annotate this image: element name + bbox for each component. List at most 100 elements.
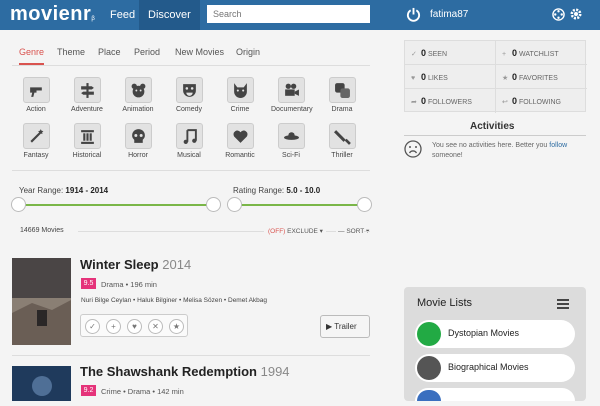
- poster-image: [12, 366, 71, 401]
- devil-icon: [233, 82, 247, 98]
- music-note-icon: [183, 128, 197, 144]
- list-item[interactable]: [415, 388, 575, 401]
- movie-lists-title: Movie Lists: [417, 297, 473, 309]
- star-icon: ★: [502, 75, 509, 82]
- stat-followers[interactable]: ➦ 0 FOLLOWERS: [405, 89, 496, 113]
- genre-drama[interactable]: Drama: [322, 77, 362, 113]
- genre-musical[interactable]: Musical: [169, 123, 209, 159]
- plus-icon: +: [502, 51, 507, 58]
- list-thumbnail: [417, 390, 441, 401]
- add-plus-icon[interactable]: +: [106, 319, 121, 334]
- divider: [326, 231, 336, 232]
- tab-new-movies[interactable]: New Movies: [175, 47, 224, 57]
- list-item[interactable]: Biographical Movies: [415, 354, 575, 382]
- nav-feed[interactable]: Feed: [101, 0, 144, 30]
- top-navbar: movienrβ Feed Discover fatima87: [0, 0, 600, 30]
- gun-icon: [29, 86, 42, 97]
- bear-face-icon: [131, 83, 145, 97]
- year-min-handle[interactable]: [11, 197, 26, 212]
- tab-genre[interactable]: Genre: [19, 47, 45, 65]
- list-thumbnail: [417, 356, 441, 380]
- movie-cast: Nuri Bilge Ceylan • Haluk Bilginer • Mel…: [81, 297, 268, 304]
- no-activities-text: You see no activities here. Better you f…: [432, 142, 568, 159]
- movie-info: Crime • Drama • 142 min: [101, 387, 184, 396]
- nav-discover[interactable]: Discover: [139, 0, 200, 30]
- list-item[interactable]: Dystopian Movies: [415, 320, 575, 348]
- movie-count: 14669 Movies: [20, 227, 64, 234]
- list-icon[interactable]: [557, 299, 569, 309]
- divider: [404, 135, 586, 136]
- like-heart-icon[interactable]: ♥: [127, 319, 142, 334]
- genre-crime[interactable]: Crime: [220, 77, 260, 113]
- rating-max-handle[interactable]: [357, 197, 372, 212]
- signpost-icon: [80, 82, 94, 98]
- year-range-label: Year Range: 1914 - 2014: [19, 186, 109, 195]
- logo[interactable]: movienrβ: [10, 3, 95, 26]
- magic-wand-icon: [29, 128, 43, 143]
- genre-animation[interactable]: Animation: [118, 77, 158, 113]
- genre-sci-fi[interactable]: Sci-Fi: [271, 123, 311, 159]
- reply-arrow-icon: ↩: [502, 99, 508, 106]
- stats-grid: ✓ 0 SEEN +0 WATCHLIST ♥ 0 LIKES ★ 0 FAVORIT…: [404, 40, 587, 113]
- drama-masks-icon: [334, 82, 350, 98]
- heart-icon: [232, 130, 248, 143]
- share-arrow-icon: ➦: [411, 99, 417, 106]
- genre-comedy[interactable]: Comedy: [169, 77, 209, 113]
- poster-image: [12, 258, 71, 345]
- rating-min-handle[interactable]: [227, 197, 242, 212]
- tab-origin[interactable]: Origin: [236, 47, 260, 57]
- column-icon: [80, 129, 94, 144]
- genre-thriller[interactable]: Thriller: [322, 123, 362, 159]
- genre-horror[interactable]: Horror: [118, 123, 158, 159]
- genre-documentary[interactable]: Documentary: [271, 77, 313, 113]
- stat-favorites[interactable]: ★ 0 FAVORITES: [496, 65, 587, 89]
- knife-icon: [333, 129, 351, 145]
- username[interactable]: fatima87: [430, 9, 468, 20]
- genre-romantic[interactable]: Romantic: [220, 123, 260, 159]
- divider: [364, 231, 370, 232]
- sad-face-icon: [404, 140, 422, 158]
- film-reel-icon[interactable]: [552, 8, 565, 21]
- ufo-icon: [283, 131, 299, 140]
- activities-title: Activities: [470, 121, 515, 132]
- tab-period[interactable]: Period: [134, 47, 160, 57]
- rating-range-label: Rating Range: 5.0 - 10.0: [233, 186, 321, 195]
- genre-fantasy[interactable]: Fantasy: [16, 123, 56, 159]
- divider: [12, 355, 370, 356]
- skull-icon: [131, 128, 145, 143]
- rating-range-track[interactable]: [234, 204, 365, 206]
- rating-badge: 9.5: [81, 278, 96, 289]
- rating-badge: 9.2: [81, 385, 96, 396]
- favorite-star-icon[interactable]: ★: [169, 319, 184, 334]
- stat-following[interactable]: ↩ 0 FOLLOWING: [496, 89, 587, 113]
- genre-adventure[interactable]: Adventure: [67, 77, 107, 113]
- gear-icon[interactable]: [569, 7, 583, 21]
- movie-poster[interactable]: [12, 258, 71, 345]
- follow-link[interactable]: follow: [549, 142, 567, 149]
- exclude-filter[interactable]: (OFF) EXCLUDE ▾: [268, 227, 323, 235]
- stat-likes[interactable]: ♥ 0 LIKES: [405, 65, 496, 89]
- filter-tabs: Genre Theme Place Period New Movies Orig…: [12, 44, 370, 66]
- trailer-button[interactable]: ▶ Trailer: [320, 315, 370, 338]
- tab-place[interactable]: Place: [98, 47, 121, 57]
- dislike-x-icon[interactable]: ✕: [148, 319, 163, 334]
- year-range-track[interactable]: [19, 204, 214, 206]
- stat-seen[interactable]: ✓ 0 SEEN: [405, 41, 496, 65]
- movie-poster[interactable]: [12, 366, 71, 401]
- seen-check-icon[interactable]: ✓: [85, 319, 100, 334]
- video-camera-icon: [284, 83, 299, 96]
- stat-watchlist[interactable]: +0 WATCHLIST: [496, 41, 587, 65]
- movie-title[interactable]: The Shawshank Redemption 1994: [80, 364, 290, 379]
- check-icon: ✓: [411, 51, 417, 58]
- year-max-handle[interactable]: [206, 197, 221, 212]
- movie-info: Drama • 196 min: [101, 280, 157, 289]
- power-icon[interactable]: [406, 7, 421, 22]
- movie-title[interactable]: Winter Sleep 2014: [80, 257, 191, 272]
- divider: [12, 170, 370, 171]
- play-icon: ▶: [326, 322, 333, 331]
- genre-historical[interactable]: Historical: [67, 123, 107, 159]
- genre-action[interactable]: Action: [16, 77, 56, 113]
- search-input[interactable]: [207, 5, 370, 23]
- tab-theme[interactable]: Theme: [57, 47, 85, 57]
- mask-icon: [182, 83, 196, 97]
